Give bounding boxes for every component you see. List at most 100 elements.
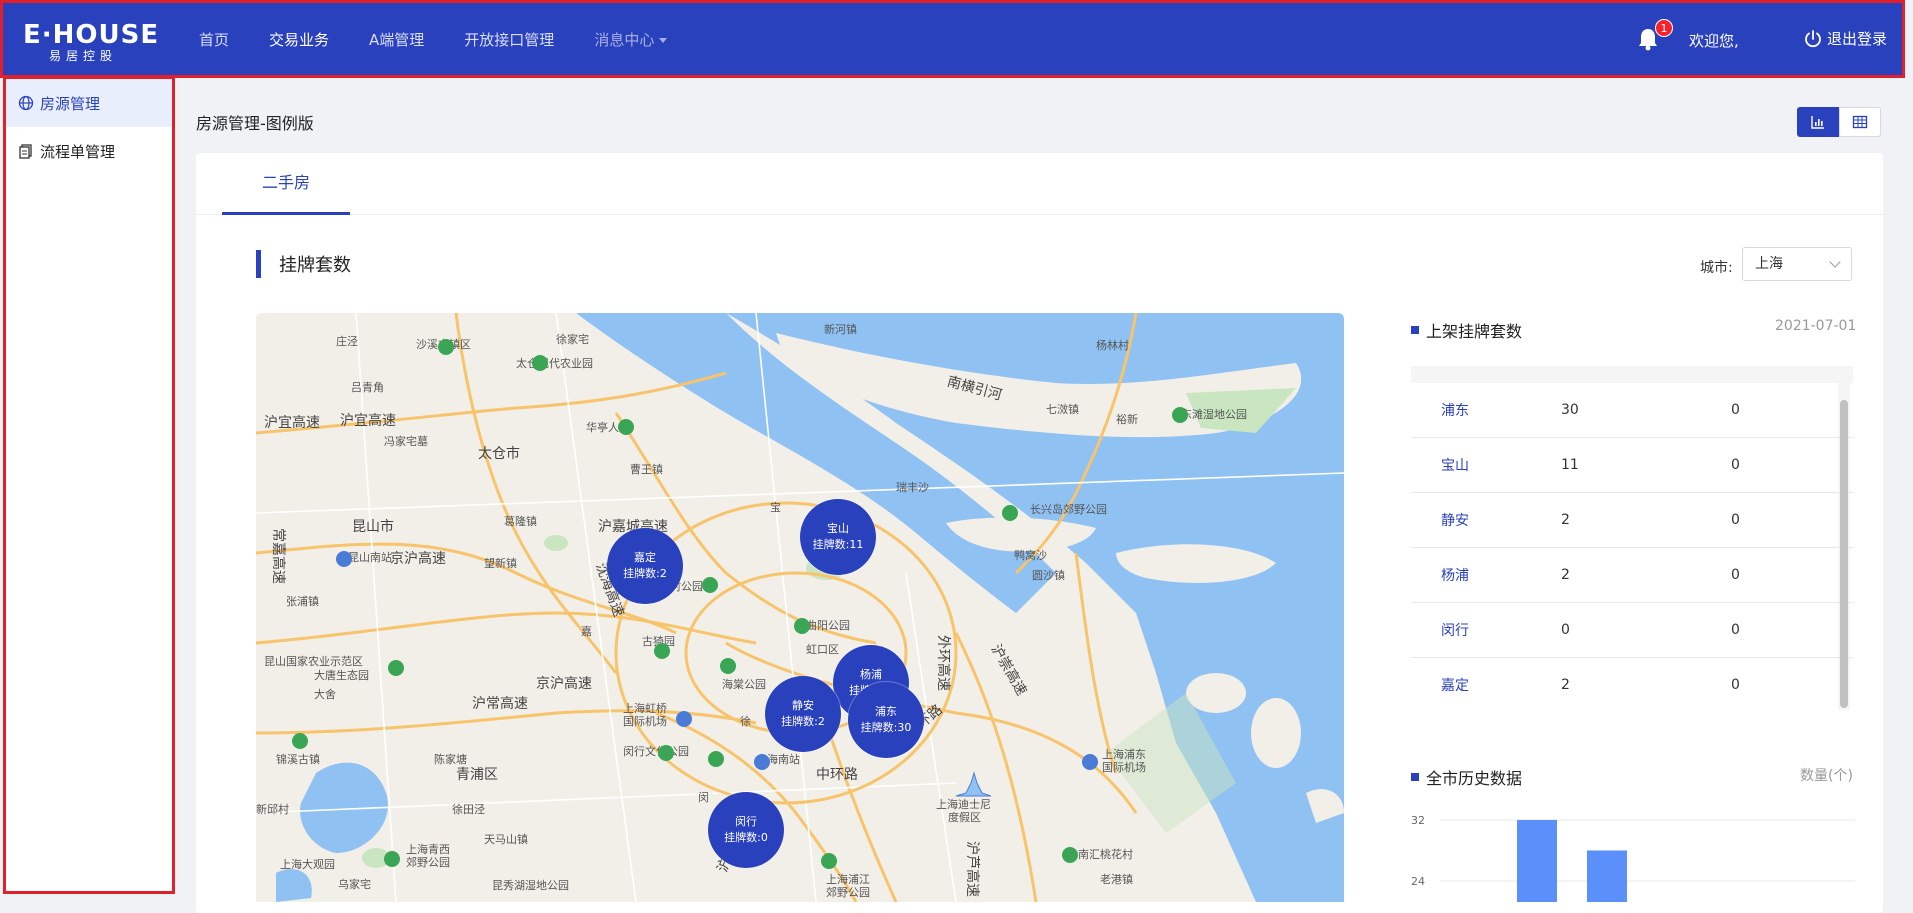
svg-text:徐田泾: 徐田泾 — [452, 802, 485, 816]
logo-subtext: 易居控股 — [49, 49, 118, 63]
history-panel-title: 全市历史数据 — [1426, 769, 1523, 788]
svg-text:望新镇: 望新镇 — [484, 556, 517, 570]
secondary-count: 0 — [1731, 457, 1740, 473]
svg-text:东滩湿地公园: 东滩湿地公园 — [1181, 407, 1247, 421]
notification-badge: 1 — [1655, 19, 1673, 37]
svg-text:京沪高速: 京沪高速 — [536, 675, 592, 692]
district-link[interactable]: 静安 — [1411, 510, 1561, 530]
district-link[interactable]: 浦东 — [1411, 400, 1561, 420]
svg-text:虹口区: 虹口区 — [806, 643, 839, 656]
svg-text:郊野公园: 郊野公园 — [406, 856, 450, 869]
svg-text:瑞丰沙: 瑞丰沙 — [896, 480, 929, 494]
sidebar-item-label: 流程单管理 — [40, 142, 116, 161]
svg-text:冯家宅墓: 冯家宅墓 — [384, 434, 428, 448]
main-nav: 首页 交易业务 A端管理 开放接口管理 消息中心 — [199, 3, 707, 75]
top-nav-bar: E·HOUSE 易居控股 首页 交易业务 A端管理 开放接口管理 消息中心 1 … — [0, 0, 1905, 78]
sidebar-item-workflow-management[interactable]: 流程单管理 — [6, 127, 172, 175]
svg-text:郊野公园: 郊野公园 — [826, 886, 870, 899]
view-toggle — [1797, 107, 1881, 137]
section-title: 挂牌套数 — [279, 255, 351, 276]
svg-text:徐家宅: 徐家宅 — [556, 332, 589, 346]
nav-home[interactable]: 首页 — [199, 29, 229, 50]
svg-text:度假区: 度假区 — [948, 810, 981, 824]
nav-trade-business[interactable]: 交易业务 — [269, 29, 329, 50]
cluster-district: 闵行 — [735, 815, 757, 828]
logout-label: 退出登录 — [1827, 30, 1888, 48]
svg-text:张浦镇: 张浦镇 — [286, 594, 319, 608]
list-scrollbar[interactable] — [1840, 400, 1848, 708]
cluster-district: 宝山 — [827, 522, 849, 535]
section-header: 挂牌套数 — [256, 250, 351, 278]
map-base: 庄泾沙溪古镇区徐家宅 新河镇杨林村太仓现代农业园 吕青角七滧镇东滩湿地公园 裕新… — [256, 313, 1344, 902]
nav-message-center-label: 消息中心 — [594, 30, 655, 49]
history-unit: 数量(个) — [1800, 768, 1853, 784]
tab-second-hand[interactable]: 二手房 — [222, 153, 350, 215]
svg-text:太仓现代农业园: 太仓现代农业园 — [516, 356, 593, 370]
map-view[interactable]: 庄泾沙溪古镇区徐家宅 新河镇杨林村太仓现代农业园 吕青角七滧镇东滩湿地公园 裕新… — [256, 313, 1344, 902]
svg-text:宝: 宝 — [770, 500, 781, 514]
svg-text:太仓市: 太仓市 — [478, 445, 520, 462]
cluster-district: 嘉定 — [634, 551, 656, 564]
sidebar: 房源管理 流程单管理 — [3, 76, 175, 894]
listing-count: 2 — [1561, 677, 1570, 693]
listing-date: 2021-07-01 — [1775, 318, 1857, 334]
svg-text:曲阳公园: 曲阳公园 — [806, 619, 850, 632]
svg-text:沪常高速: 沪常高速 — [472, 695, 528, 712]
district-link[interactable]: 宝山 — [1411, 455, 1561, 475]
sidebar-item-property-management[interactable]: 房源管理 — [6, 79, 172, 127]
document-icon — [19, 144, 32, 159]
map-cluster-minhang[interactable]: 闵行 挂牌数:0 — [708, 792, 784, 868]
map-cluster-jiading[interactable]: 嘉定 挂牌数:2 — [607, 528, 683, 604]
table-view-button[interactable] — [1839, 107, 1881, 137]
secondary-count: 0 — [1731, 512, 1740, 528]
svg-text:老港镇: 老港镇 — [1100, 872, 1133, 886]
nav-open-api[interactable]: 开放接口管理 — [464, 29, 554, 50]
map-cluster-jingan[interactable]: 静安 挂牌数:2 — [765, 676, 841, 752]
table-row: 闵行 0 0 — [1411, 603, 1853, 658]
svg-text:吕青角: 吕青角 — [351, 381, 384, 394]
svg-text:沪芦高速: 沪芦高速 — [964, 841, 981, 897]
svg-text:昆秀湖湿地公园: 昆秀湖湿地公园 — [492, 879, 569, 892]
map-cluster-baoshan[interactable]: 宝山 挂牌数:11 — [800, 499, 876, 575]
secondary-count: 0 — [1731, 567, 1740, 583]
svg-text:京沪高速: 京沪高速 — [390, 550, 446, 567]
svg-text:裕新: 裕新 — [1116, 412, 1138, 426]
district-link[interactable]: 杨浦 — [1411, 565, 1561, 585]
listing-count: 11 — [1561, 457, 1579, 473]
svg-text:长兴岛郊野公园: 长兴岛郊野公园 — [1030, 502, 1107, 516]
ehouse-logo[interactable]: E·HOUSE 易居控股 — [23, 20, 160, 65]
welcome-text: 欢迎您, — [1689, 32, 1739, 50]
nav-a-management[interactable]: A端管理 — [369, 29, 424, 50]
svg-text:上海青西: 上海青西 — [406, 842, 450, 856]
svg-text:葛隆镇: 葛隆镇 — [504, 514, 537, 528]
table-row: 杨浦 2 0 — [1411, 548, 1853, 603]
chart-y-tick: 32 — [1411, 814, 1425, 827]
nav-message-center[interactable]: 消息中心 — [594, 29, 668, 50]
logo-text: E·HOUSE — [23, 20, 160, 50]
svg-text:海棠公园: 海棠公园 — [722, 677, 766, 691]
list-header — [1411, 366, 1853, 383]
cluster-district: 静安 — [792, 699, 814, 712]
logout-button[interactable]: 退出登录 — [1803, 28, 1887, 49]
svg-text:上海迪士尼: 上海迪士尼 — [936, 797, 991, 811]
district-link[interactable]: 嘉定 — [1411, 675, 1561, 695]
chevron-down-icon — [1829, 256, 1841, 268]
svg-text:曹王镇: 曹王镇 — [630, 462, 663, 476]
map-cluster-pudong[interactable]: 浦东 挂牌数:30 — [848, 682, 924, 758]
district-link[interactable]: 闵行 — [1411, 620, 1561, 640]
svg-text:南汇桃花村: 南汇桃花村 — [1078, 847, 1133, 861]
svg-text:青浦区: 青浦区 — [456, 767, 498, 783]
chart-bar[interactable] — [1517, 820, 1557, 902]
chart-view-button[interactable] — [1797, 107, 1839, 137]
table-icon — [1852, 115, 1868, 129]
svg-text:闵: 闵 — [698, 790, 709, 804]
svg-text:昆山南站: 昆山南站 — [348, 550, 392, 564]
table-row: 浦东 30 0 — [1411, 383, 1853, 438]
tab-bar: 二手房 — [196, 153, 1883, 215]
city-select[interactable]: 上海 — [1742, 247, 1852, 281]
svg-text:庄泾: 庄泾 — [336, 334, 358, 348]
cluster-district: 杨浦 — [860, 668, 882, 681]
cluster-count: 挂牌数:30 — [860, 721, 912, 734]
chart-bar[interactable] — [1587, 850, 1627, 903]
svg-text:昆山国家农业示范区: 昆山国家农业示范区 — [264, 654, 363, 668]
